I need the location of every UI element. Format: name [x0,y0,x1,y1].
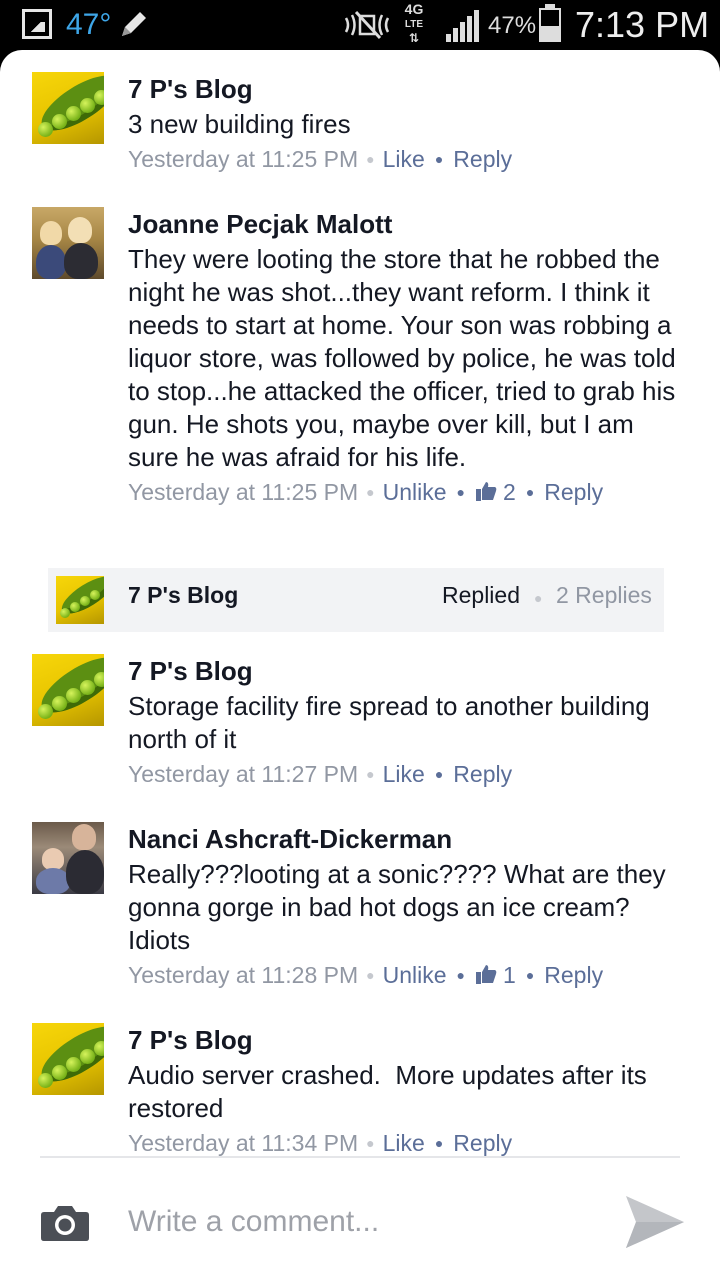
status-bar: 47° 4G LTE ⇅ 47% 7:13 PM [0,0,720,50]
reply-button[interactable]: Reply [544,962,603,988]
unlike-button[interactable]: Unlike [383,962,447,988]
like-count-value: 1 [503,962,516,988]
send-icon[interactable] [624,1194,686,1250]
comment-time: Yesterday at 11:28 PM [128,962,359,988]
comment-text: Really???looting at a sonic???? What are… [128,859,673,955]
camera-icon[interactable] [40,1204,90,1242]
comment-text: Storage facility fire spread to another … [128,691,650,754]
comment-meta: Yesterday at 11:25 PM ● Like ● Reply [128,146,513,172]
reply-button[interactable]: Reply [453,1130,512,1156]
like-button[interactable]: Like [383,1130,425,1156]
battery-percentage: 47% [488,12,537,39]
unlike-button[interactable]: Unlike [383,479,447,505]
comment-author[interactable]: Nanci Ashcraft-Dickerman [128,822,688,856]
network-indicator: 4G LTE ⇅ [404,1,424,45]
user-avatar[interactable] [32,207,104,279]
reply-status: Replied [442,582,520,608]
like-count-value: 2 [503,479,516,505]
comment-author[interactable]: 7 P's Blog [128,654,688,688]
like-button[interactable]: Like [383,761,425,787]
comment-text: 3 new building fires [128,109,351,139]
comment-meta: Yesterday at 11:28 PM ● Unlike ● 1 ● Reply [128,962,604,988]
reply-button[interactable]: Reply [453,761,512,787]
page-avatar[interactable] [32,654,104,726]
comment-time: Yesterday at 11:25 PM [128,146,359,172]
reply-count: 2 Replies [556,582,652,608]
reply-button[interactable]: Reply [453,146,512,172]
mute-icon [342,10,392,45]
pencil-icon [116,6,152,47]
page-avatar[interactable] [32,1023,104,1095]
thumbs-up-icon [476,965,497,984]
network-type: 4G [404,1,424,17]
comment-composer [0,1156,720,1280]
weather-temperature: 47° [66,8,112,41]
replies-summary[interactable]: 7 P's Blog Replied ● 2 Replies [48,568,664,632]
user-avatar[interactable] [32,822,104,894]
page-avatar[interactable] [32,72,104,144]
comment-author[interactable]: 7 P's Blog [128,72,688,106]
comment-text: They were looting the store that he robb… [128,244,676,472]
comments-panel: 7 P's Blog 3 new building fires Yesterda… [0,50,720,1280]
comment-meta: Yesterday at 11:25 PM ● Unlike ● 2 ● Reply [128,479,604,505]
signal-icon [444,8,484,49]
reply-button[interactable]: Reply [544,479,603,505]
comment-author[interactable]: 7 P's Blog [128,1023,688,1057]
comment-time: Yesterday at 11:27 PM [128,761,359,787]
page-avatar [56,576,104,624]
comment-time: Yesterday at 11:25 PM [128,479,359,505]
comment-input[interactable] [128,1194,588,1250]
battery-level [541,25,559,40]
like-button[interactable]: Like [383,146,425,172]
divider [40,1156,680,1158]
comment-text: Audio server crashed. More updates after… [128,1060,655,1123]
like-count[interactable]: 1 [475,962,516,988]
clock: 7:13 PM [575,4,710,45]
battery-icon [539,4,561,42]
gallery-icon [22,9,52,39]
comment-meta: Yesterday at 11:34 PM ● Like ● Reply [128,1130,513,1156]
comment-meta: Yesterday at 11:27 PM ● Like ● Reply [128,761,513,787]
thumbs-up-icon [476,482,497,501]
network-subtype: LTE [404,19,424,30]
comment-author[interactable]: Joanne Pecjak Malott [128,207,688,241]
like-count[interactable]: 2 [475,479,516,505]
comment-time: Yesterday at 11:34 PM [128,1130,359,1156]
reply-author: 7 P's Blog [128,582,239,608]
